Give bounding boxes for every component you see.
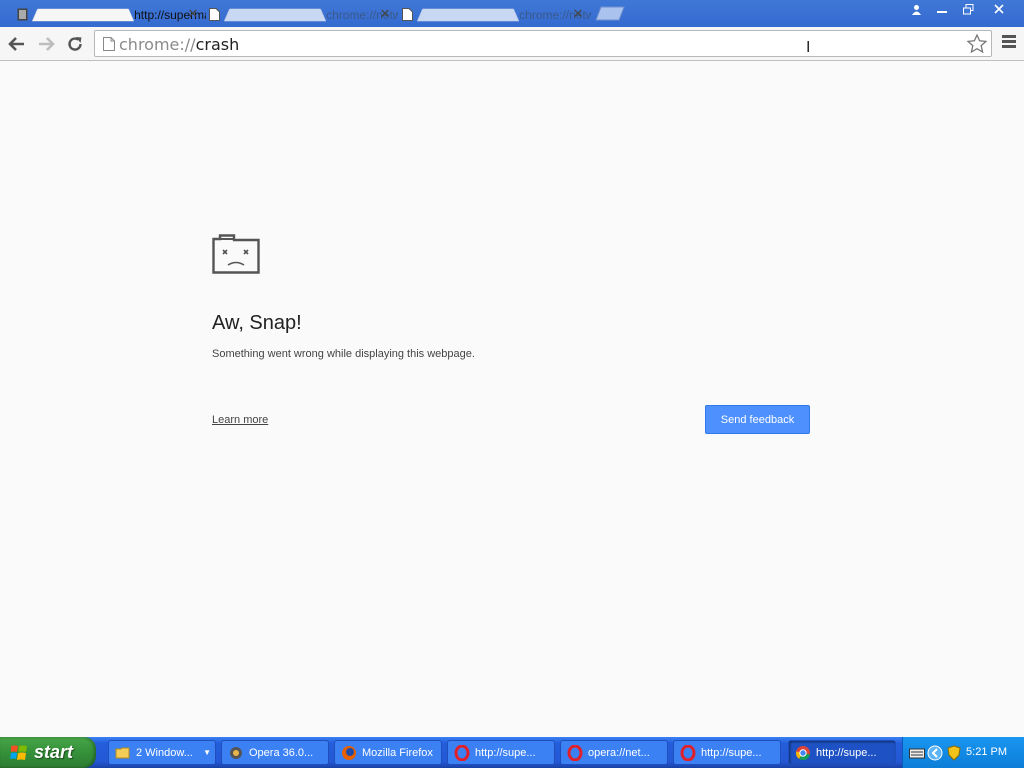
text-cursor-icon: I [806,39,811,56]
start-button[interactable]: start [0,737,96,768]
keyboard-icon[interactable] [909,746,925,760]
tab-strip: http://supermariomaker3.org ✕ chrome://n… [0,0,1024,27]
taskbar-item-label: Mozilla Firefox [362,746,433,759]
opera-installer-icon [230,746,242,759]
opera-icon [454,744,470,761]
taskbar-item-opera-3[interactable]: http://supe... [673,740,781,765]
forward-button[interactable] [33,31,59,57]
address-bar[interactable]: chrome://crash [94,30,992,57]
close-window-button[interactable] [982,0,1016,18]
reload-button[interactable] [62,31,88,57]
menu-bar [1002,40,1016,43]
tab-network-error-106[interactable]: chrome://network-error/-106 ✕ [202,3,398,27]
taskbar-item-opera-installer[interactable]: Opera 36.0... [221,740,329,765]
taskbar-item-opera-1[interactable]: http://supe... [447,740,555,765]
taskbar-item-label: 2 Window... [136,746,193,759]
browser-toolbar: chrome://crash I [0,27,1024,61]
taskbar-item-opera-2[interactable]: opera://net... [560,740,668,765]
tab-supermariomaker[interactable]: http://supermariomaker3.org ✕ [10,3,206,27]
sad-tab-icon [212,234,260,274]
security-shield-icon[interactable] [947,745,961,761]
sad-page-favicon-icon [17,8,28,21]
address-text: chrome://crash [119,35,239,54]
crash-page: Aw, Snap! Something went wrong while dis… [0,62,1024,737]
menu-bar [1002,45,1016,48]
bookmark-star-icon[interactable] [967,34,987,53]
learn-more-link[interactable]: Learn more [212,414,268,426]
chevron-down-icon[interactable]: ▼ [203,748,211,757]
page-icon [103,37,115,51]
arrow-left-icon [8,37,24,51]
opera-icon [567,744,583,761]
taskbar-item-firefox[interactable]: Mozilla Firefox [334,740,442,765]
chrome-icon [795,745,810,760]
chrome-menu-button[interactable] [1002,35,1016,51]
close-tab-icon[interactable]: ✕ [378,7,392,21]
address-path: crash [195,35,240,54]
reload-icon [68,37,82,51]
chevron-left-icon[interactable] [927,745,943,761]
window-controls [902,0,1016,18]
address-scheme: chrome:// [119,35,196,54]
error-message: Something went wrong while displaying th… [212,348,475,360]
close-tab-icon[interactable]: ✕ [186,7,200,21]
close-tab-icon[interactable]: ✕ [571,7,585,21]
opera-icon [680,744,696,761]
menu-bar [1002,35,1016,38]
back-button[interactable] [4,31,30,57]
clock: 5:21 PM [966,746,1007,758]
taskbar-item-label: http://supe... [816,746,877,759]
restore-button[interactable] [956,0,980,18]
taskbar-item-label: http://supe... [701,746,762,759]
page-icon [209,8,220,21]
send-feedback-button[interactable]: Send feedback [705,405,810,434]
taskbar-item-label: Opera 36.0... [249,746,314,759]
start-label: start [34,742,74,762]
arrow-right-icon [39,37,55,51]
profile-icon[interactable] [904,0,928,18]
minimize-button[interactable] [930,0,954,18]
taskbar-item-label: http://supe... [475,746,536,759]
new-tab-button[interactable] [595,6,625,21]
windows-taskbar: start 2 Window... ▼ Opera 36.0... Mozill… [0,737,1024,768]
taskbar-item-label: opera://net... [588,746,650,759]
page-icon [402,8,413,21]
tab-network-error-24[interactable]: chrome://network-error/-24 ✕ [395,3,591,27]
folder-icon [115,747,130,758]
windows-logo-icon [10,745,27,760]
taskbar-item-chrome[interactable]: http://supe... [788,740,896,765]
system-tray: 5:21 PM [902,737,1024,768]
page-title: Aw, Snap! [212,312,302,334]
taskbar-item-windows-explorer[interactable]: 2 Window... ▼ [108,740,216,765]
firefox-icon [342,745,356,760]
